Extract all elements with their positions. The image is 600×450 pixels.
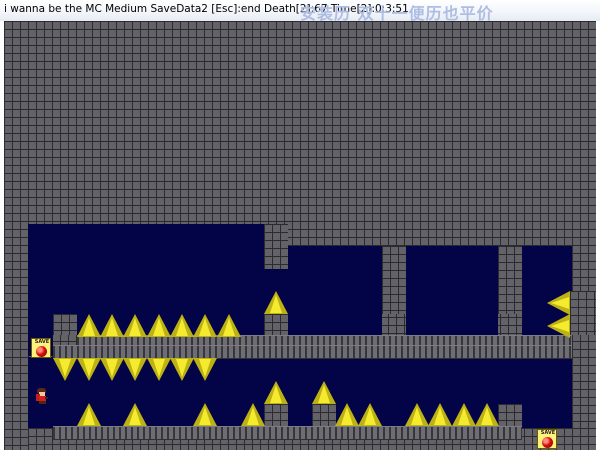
spike-icon bbox=[193, 314, 217, 337]
spike-icon bbox=[123, 358, 147, 381]
save-point-left[interactable]: SAVE bbox=[31, 338, 51, 358]
spike-icon bbox=[312, 381, 336, 404]
game-canvas[interactable]: SAVE SAVE bbox=[4, 21, 596, 450]
title-bar[interactable]: i wanna be the MC Medium SaveData2 [Esc]… bbox=[0, 0, 600, 21]
game-window: i wanna be the MC Medium SaveData2 [Esc]… bbox=[0, 0, 600, 450]
spike-icon bbox=[77, 314, 101, 337]
spike-icon bbox=[100, 314, 124, 337]
spike-icon bbox=[147, 314, 171, 337]
spike-icon bbox=[264, 381, 288, 404]
spike-hazards bbox=[4, 21, 596, 450]
spike-icon bbox=[475, 403, 499, 426]
spike-icon bbox=[193, 358, 217, 381]
spike-icon bbox=[217, 314, 241, 337]
save-point-icon bbox=[36, 346, 47, 357]
spike-icon bbox=[358, 403, 382, 426]
save-point-label: SAVE bbox=[540, 430, 556, 436]
spike-icon bbox=[170, 314, 194, 337]
spike-icon bbox=[452, 403, 476, 426]
spike-icon bbox=[264, 291, 288, 314]
spike-icon bbox=[147, 358, 171, 381]
save-point-icon bbox=[542, 437, 553, 448]
spike-icon bbox=[77, 403, 101, 426]
spike-icon bbox=[77, 358, 101, 381]
spike-icon bbox=[547, 291, 570, 315]
spike-icon bbox=[53, 358, 77, 381]
spike-icon bbox=[405, 403, 429, 426]
spike-icon bbox=[100, 358, 124, 381]
spike-icon bbox=[123, 314, 147, 337]
spike-icon bbox=[123, 403, 147, 426]
player-kid-icon bbox=[36, 388, 48, 404]
spike-icon bbox=[428, 403, 452, 426]
save-point-right[interactable]: SAVE bbox=[537, 429, 557, 449]
save-point-label: SAVE bbox=[34, 339, 50, 345]
spike-icon bbox=[170, 358, 194, 381]
title-bar-watermark: 安装历 双十一便历也平价 bbox=[300, 4, 494, 21]
spike-icon bbox=[193, 403, 217, 426]
spike-icon bbox=[547, 314, 570, 338]
spike-icon bbox=[335, 403, 359, 426]
spike-icon bbox=[241, 403, 265, 426]
